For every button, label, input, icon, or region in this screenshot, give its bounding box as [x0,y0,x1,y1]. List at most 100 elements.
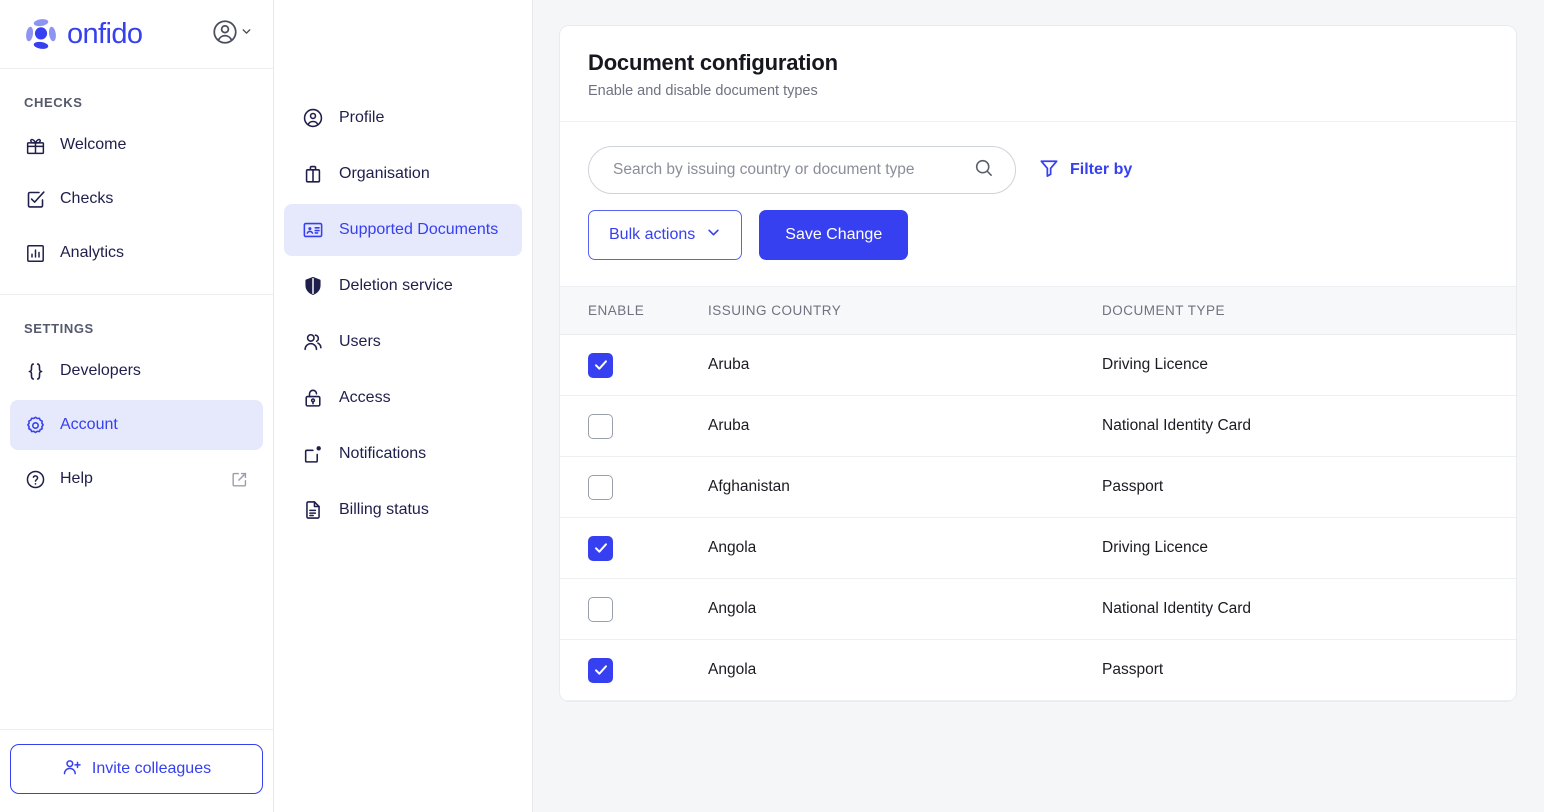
cell-enable [560,579,708,640]
sidebar-section-label-settings: SETTINGS [0,295,273,342]
cell-enable [560,335,708,396]
subnav-item-label: Users [339,333,381,351]
cell-issuing-country: Angola [708,579,1102,640]
question-mark-icon [24,468,46,490]
notification-icon [302,443,324,465]
search-input[interactable] [611,160,973,180]
table-row: AngolaDriving Licence [560,518,1516,579]
bulk-actions-label: Bulk actions [609,226,695,244]
document-type-value: Driving Licence [1102,539,1208,556]
sidebar-item-label: Developers [60,362,141,380]
sidebar-item-developers[interactable]: Developers [10,346,263,396]
table-body: ArubaDriving LicenceArubaNational Identi… [560,335,1516,701]
sidebar-item-help[interactable]: Help [10,454,263,504]
subnav-item-organisation[interactable]: Organisation [284,148,522,200]
enable-checkbox[interactable] [588,353,613,378]
external-link-icon [230,470,249,489]
cell-enable [560,518,708,579]
document-type-value: Passport [1102,478,1163,495]
briefcase-icon [302,163,324,185]
table-row: Angola National Identity Card [560,579,1516,640]
app-root: onfido CHECKS [0,0,1544,812]
issuing-country-value: Afghanistan [708,478,790,495]
enable-checkbox[interactable] [588,597,613,622]
primary-sidebar: onfido CHECKS [0,0,274,812]
subnav-item-label: Access [339,389,391,407]
page-subtitle: Enable and disable document types [588,83,1488,99]
cell-document-type: Driving Licence [1102,335,1516,396]
cell-issuing-country: Aruba [708,335,1102,396]
cell-issuing-country: Angola [708,640,1102,701]
chevron-down-icon [240,25,253,43]
table-row: AngolaPassport [560,640,1516,701]
cell-document-type: Passport [1102,457,1516,518]
column-header-enable: ENABLE [560,287,708,335]
braces-icon [24,360,46,382]
user-plus-icon [62,757,82,782]
cell-enable [560,396,708,457]
onfido-logo-icon [24,17,58,51]
table-row: Aruba National Identity Card [560,396,1516,457]
subnav-item-profile[interactable]: Profile [284,92,522,144]
shield-icon [302,275,324,297]
brand-logo[interactable]: onfido [24,17,142,51]
invite-colleagues-button[interactable]: Invite colleagues [10,744,263,794]
sidebar-item-account[interactable]: Account [10,400,263,450]
toolbar-row-actions: Bulk actions Save Change [588,210,1488,260]
sidebar-item-welcome[interactable]: Welcome [10,120,263,170]
cell-document-type: Driving Licence [1102,518,1516,579]
user-circle-icon [302,107,324,129]
table-row: Afghanistan Passport [560,457,1516,518]
enable-checkbox[interactable] [588,414,613,439]
lock-icon [302,387,324,409]
cell-enable [560,640,708,701]
bar-chart-icon [24,242,46,264]
sidebar-item-label: Account [60,416,118,434]
subnav-item-label: Billing status [339,501,429,519]
subnav-item-billing-status[interactable]: Billing status [284,484,522,536]
cell-issuing-country: Angola [708,518,1102,579]
cell-document-type: National Identity Card [1102,396,1516,457]
sidebar-item-label: Checks [60,190,113,208]
search-box[interactable] [588,146,1016,194]
enable-checkbox[interactable] [588,475,613,500]
cell-issuing-country: Afghanistan [708,457,1102,518]
filter-by-label: Filter by [1070,161,1132,179]
sidebar-nav: CHECKS Welcome Checks [0,69,273,729]
sidebar-item-label: Analytics [60,244,124,262]
id-card-icon [302,219,324,241]
sidebar-item-label: Welcome [60,136,126,154]
cell-issuing-country: Aruba [708,396,1102,457]
sidebar-item-checks[interactable]: Checks [10,174,263,224]
settings-subnav: Profile Organisation Supp [274,0,533,812]
cell-document-type: Passport [1102,640,1516,701]
issuing-country-value: Angola [708,600,756,617]
subnav-item-users[interactable]: Users [284,316,522,368]
subnav-item-supported-documents[interactable]: Supported Documents [284,204,522,256]
document-icon [302,499,324,521]
bulk-actions-button[interactable]: Bulk actions [588,210,742,260]
save-change-button[interactable]: Save Change [759,210,908,260]
main-content: Document configuration Enable and disabl… [533,0,1544,812]
enable-checkbox[interactable] [588,658,613,683]
subnav-item-label: Deletion service [339,277,453,295]
document-type-value: National Identity Card [1102,600,1251,617]
page-title: Document configuration [588,50,1488,76]
avatar[interactable] [211,18,253,51]
document-type-value: Passport [1102,661,1163,678]
toolbar: Filter by Bulk actions Save Change [560,122,1516,287]
enable-checkbox[interactable] [588,536,613,561]
table-header-row: ENABLE ISSUING COUNTRY DOCUMENT TYPE [560,287,1516,335]
chevron-down-icon [706,225,721,245]
subnav-item-label: Supported Documents [339,221,498,239]
sidebar-item-analytics[interactable]: Analytics [10,228,263,278]
subnav-item-notifications[interactable]: Notifications [284,428,522,480]
search-icon[interactable] [973,157,995,184]
save-change-label: Save Change [785,226,882,244]
filter-by-button[interactable]: Filter by [1038,157,1132,184]
issuing-country-value: Aruba [708,417,749,434]
subnav-item-deletion-service[interactable]: Deletion service [284,260,522,312]
table-row: ArubaDriving Licence [560,335,1516,396]
subnav-item-label: Notifications [339,445,426,463]
subnav-item-access[interactable]: Access [284,372,522,424]
